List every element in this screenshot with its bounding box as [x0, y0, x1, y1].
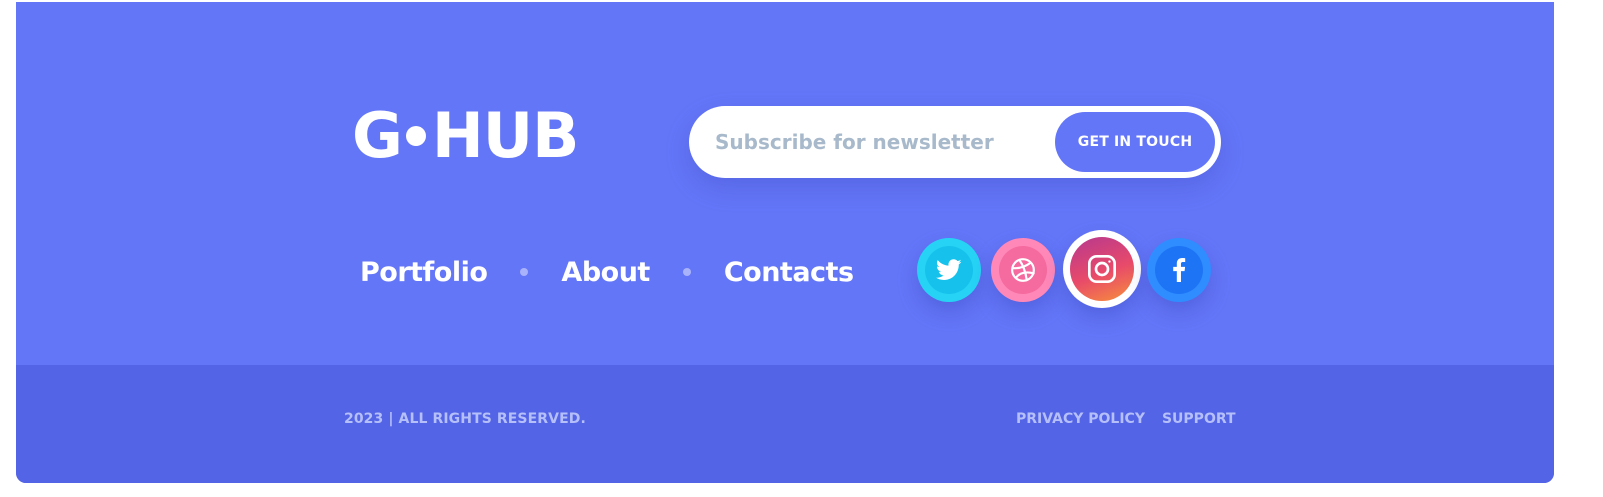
nav-link-portfolio[interactable]: Portfolio — [360, 257, 488, 288]
legal-links: PRIVACY POLICY SUPPORT — [1016, 411, 1236, 427]
twitter-icon — [925, 246, 973, 294]
dribbble-icon — [999, 246, 1047, 294]
copyright-text: 2023 | ALL RIGHTS RESERVED. — [344, 411, 586, 427]
twitter-link[interactable] — [917, 238, 981, 302]
support-link[interactable]: SUPPORT — [1162, 411, 1236, 427]
facebook-icon — [1155, 246, 1203, 294]
get-in-touch-button[interactable]: GET IN TOUCH — [1055, 112, 1215, 172]
nav-link-contacts[interactable]: Contacts — [724, 257, 854, 288]
newsletter-email-input[interactable] — [715, 122, 1035, 162]
logo-text-hub: HUB — [431, 99, 579, 172]
site-footer: G HUB GET IN TOUCH Portfolio About Conta… — [16, 2, 1554, 483]
logo-text-g: G — [352, 99, 403, 172]
nav-separator — [682, 268, 691, 276]
facebook-link[interactable] — [1147, 238, 1211, 302]
instagram-link[interactable] — [1063, 230, 1141, 308]
logo-dot — [405, 126, 426, 146]
footer-bottom-bar: 2023 | ALL RIGHTS RESERVED. PRIVACY POLI… — [16, 365, 1554, 483]
nav-link-about[interactable]: About — [561, 257, 650, 288]
footer-top-section: G HUB GET IN TOUCH Portfolio About Conta… — [16, 2, 1554, 365]
privacy-policy-link[interactable]: PRIVACY POLICY — [1016, 411, 1145, 427]
nav-separator — [520, 268, 529, 276]
footer-nav: Portfolio About Contacts — [360, 252, 854, 292]
newsletter-form: GET IN TOUCH — [689, 106, 1221, 178]
instagram-icon — [1070, 237, 1134, 301]
brand-logo[interactable]: G HUB — [352, 99, 579, 172]
dribbble-link[interactable] — [991, 238, 1055, 302]
